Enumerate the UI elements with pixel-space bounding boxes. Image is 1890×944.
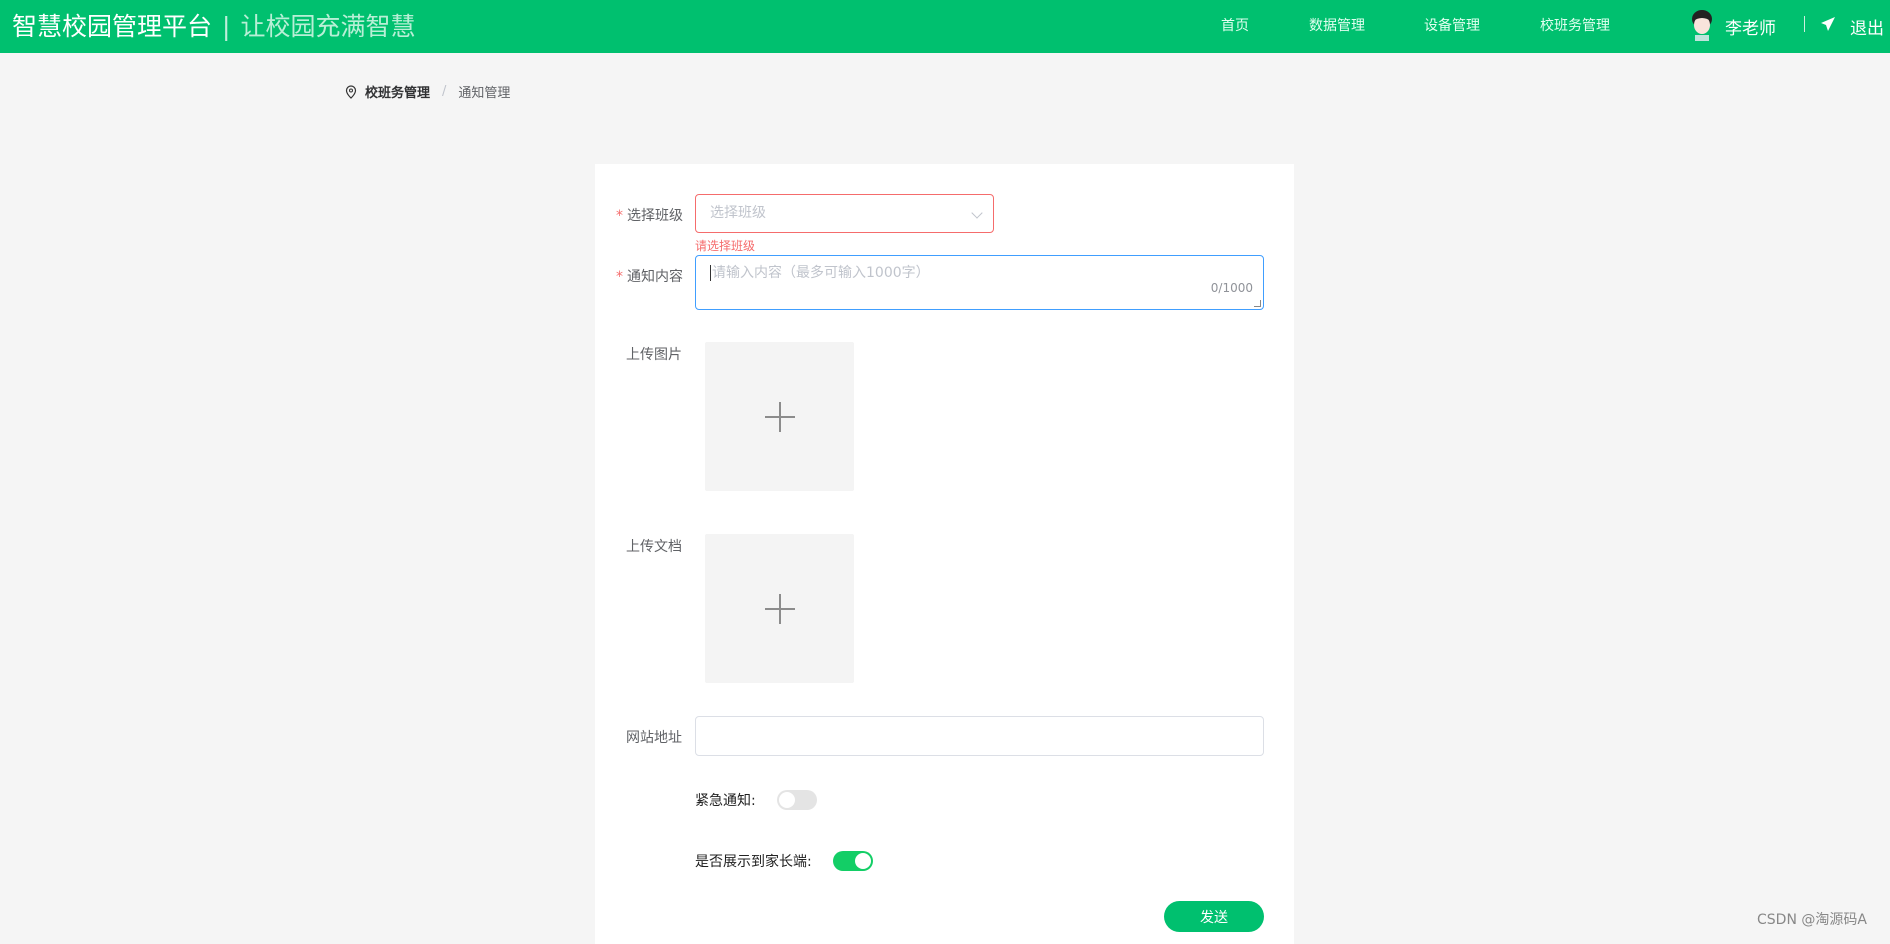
toggle-knob	[779, 792, 795, 808]
divider	[1804, 16, 1805, 32]
class-select[interactable]: 选择班级	[695, 194, 994, 233]
upload-image-button[interactable]	[705, 342, 854, 491]
breadcrumb-separator: /	[442, 84, 447, 99]
notice-form: * 选择班级 选择班级 请选择班级 * 通知内容 请输入内容（最多可输入1000字）…	[595, 164, 1294, 944]
top-header: 智慧校园管理平台 | 让校园充满智慧 首页 数据管理 设备管理 校班务管理 李老师 …	[0, 0, 1890, 53]
location-icon	[345, 84, 357, 99]
nav-device-management[interactable]: 设备管理	[1424, 15, 1480, 35]
doc-label: 上传文档	[626, 539, 682, 555]
class-label: * 选择班级	[616, 205, 683, 225]
slogan: 让校园充满智慧	[240, 12, 416, 41]
title-text: 智慧校园管理平台	[12, 12, 213, 41]
resize-handle[interactable]	[1254, 300, 1261, 307]
avatar[interactable]	[1690, 9, 1714, 41]
url-label: 网站地址	[626, 730, 682, 746]
nav-school-affairs[interactable]: 校班务管理	[1540, 15, 1610, 35]
content-label: * 通知内容	[616, 266, 683, 286]
title-separator: |	[222, 12, 231, 41]
breadcrumb-current: 通知管理	[458, 86, 511, 101]
urgent-toggle[interactable]	[777, 790, 817, 810]
upload-doc-button[interactable]	[705, 534, 854, 683]
class-label-text: 选择班级	[627, 208, 683, 224]
class-error: 请选择班级	[695, 239, 756, 253]
class-placeholder: 选择班级	[710, 205, 766, 221]
parent-toggle[interactable]	[833, 851, 873, 871]
content-placeholder: 请输入内容（最多可输入1000字）	[712, 265, 930, 281]
required-mark: *	[616, 208, 623, 224]
user-name[interactable]: 李老师	[1725, 14, 1776, 39]
parent-label: 是否展示到家长端:	[695, 854, 812, 870]
logout-link[interactable]: 退出	[1850, 14, 1884, 39]
urgent-label: 紧急通知:	[695, 793, 756, 809]
char-count: 0/1000	[1210, 281, 1253, 295]
nav-home[interactable]: 首页	[1221, 15, 1249, 35]
nav-data-management[interactable]: 数据管理	[1309, 15, 1365, 35]
send-icon[interactable]	[1820, 16, 1836, 32]
watermark: CSDN @淘源码A	[1757, 912, 1867, 928]
content-textarea[interactable]: 请输入内容（最多可输入1000字） 0/1000	[695, 255, 1264, 310]
breadcrumb: 校班务管理 / 通知管理	[345, 82, 510, 101]
toggle-knob	[855, 853, 871, 869]
send-button[interactable]: 发送	[1164, 901, 1264, 932]
content-label-text: 通知内容	[627, 269, 683, 285]
breadcrumb-item[interactable]: 校班务管理	[365, 82, 430, 101]
text-caret	[710, 265, 711, 281]
app-title: 智慧校园管理平台 | 让校园充满智慧	[12, 12, 415, 42]
chevron-down-icon	[971, 207, 983, 219]
required-mark: *	[616, 269, 623, 285]
url-input[interactable]	[695, 716, 1264, 756]
image-label: 上传图片	[626, 347, 682, 363]
